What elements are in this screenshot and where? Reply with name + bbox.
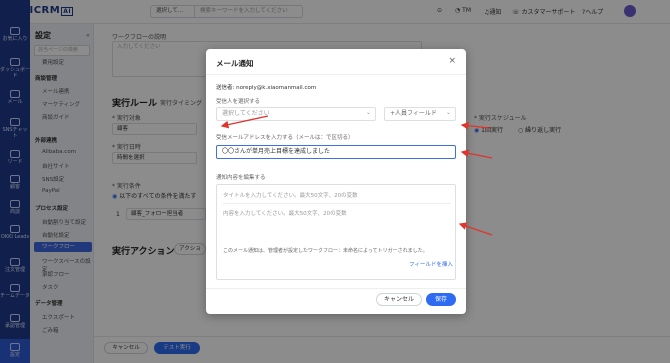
modal-divider — [206, 74, 466, 75]
title-input[interactable]: タイトルを入力してください。最大50文字、20の変数 — [223, 191, 358, 199]
content-input[interactable]: 内容を入力してください。最大50文字、20の変数 — [223, 209, 347, 217]
address-label: 受信メールアドレスを入力する（メールは：で区切る） — [216, 135, 354, 141]
modal-cancel-button[interactable]: キャンセル — [376, 293, 422, 306]
modal-footer-divider — [206, 288, 466, 289]
modal-save-button[interactable]: 保存 — [426, 293, 456, 306]
email-notice-modal: メール通知 × 送信者: noreply@k.xiaomanmail.com 受… — [206, 49, 466, 314]
chevron-down-icon: ⌄ — [366, 109, 372, 116]
modal-title: メール通知 — [216, 59, 254, 68]
email-address-input[interactable]: 〇〇さんが単月売上目標を達成しました — [216, 145, 456, 159]
insert-field-link[interactable]: フィールドを挿入 — [409, 260, 453, 268]
body-label: 通知内容を編集する — [216, 175, 266, 181]
sender-row: 送信者: noreply@k.xiaomanmail.com — [216, 85, 317, 91]
recipient-label: 受信人を選択する — [216, 99, 261, 105]
editor-divider — [223, 203, 451, 204]
footer-note: このメール通知は、管理者が設定したワークフロー：未命名によってトリガーされました… — [223, 248, 428, 254]
chevron-down-icon: ⌄ — [446, 109, 452, 116]
recipient-select[interactable]: 選択してください — [216, 107, 376, 121]
close-icon[interactable]: × — [448, 56, 456, 66]
